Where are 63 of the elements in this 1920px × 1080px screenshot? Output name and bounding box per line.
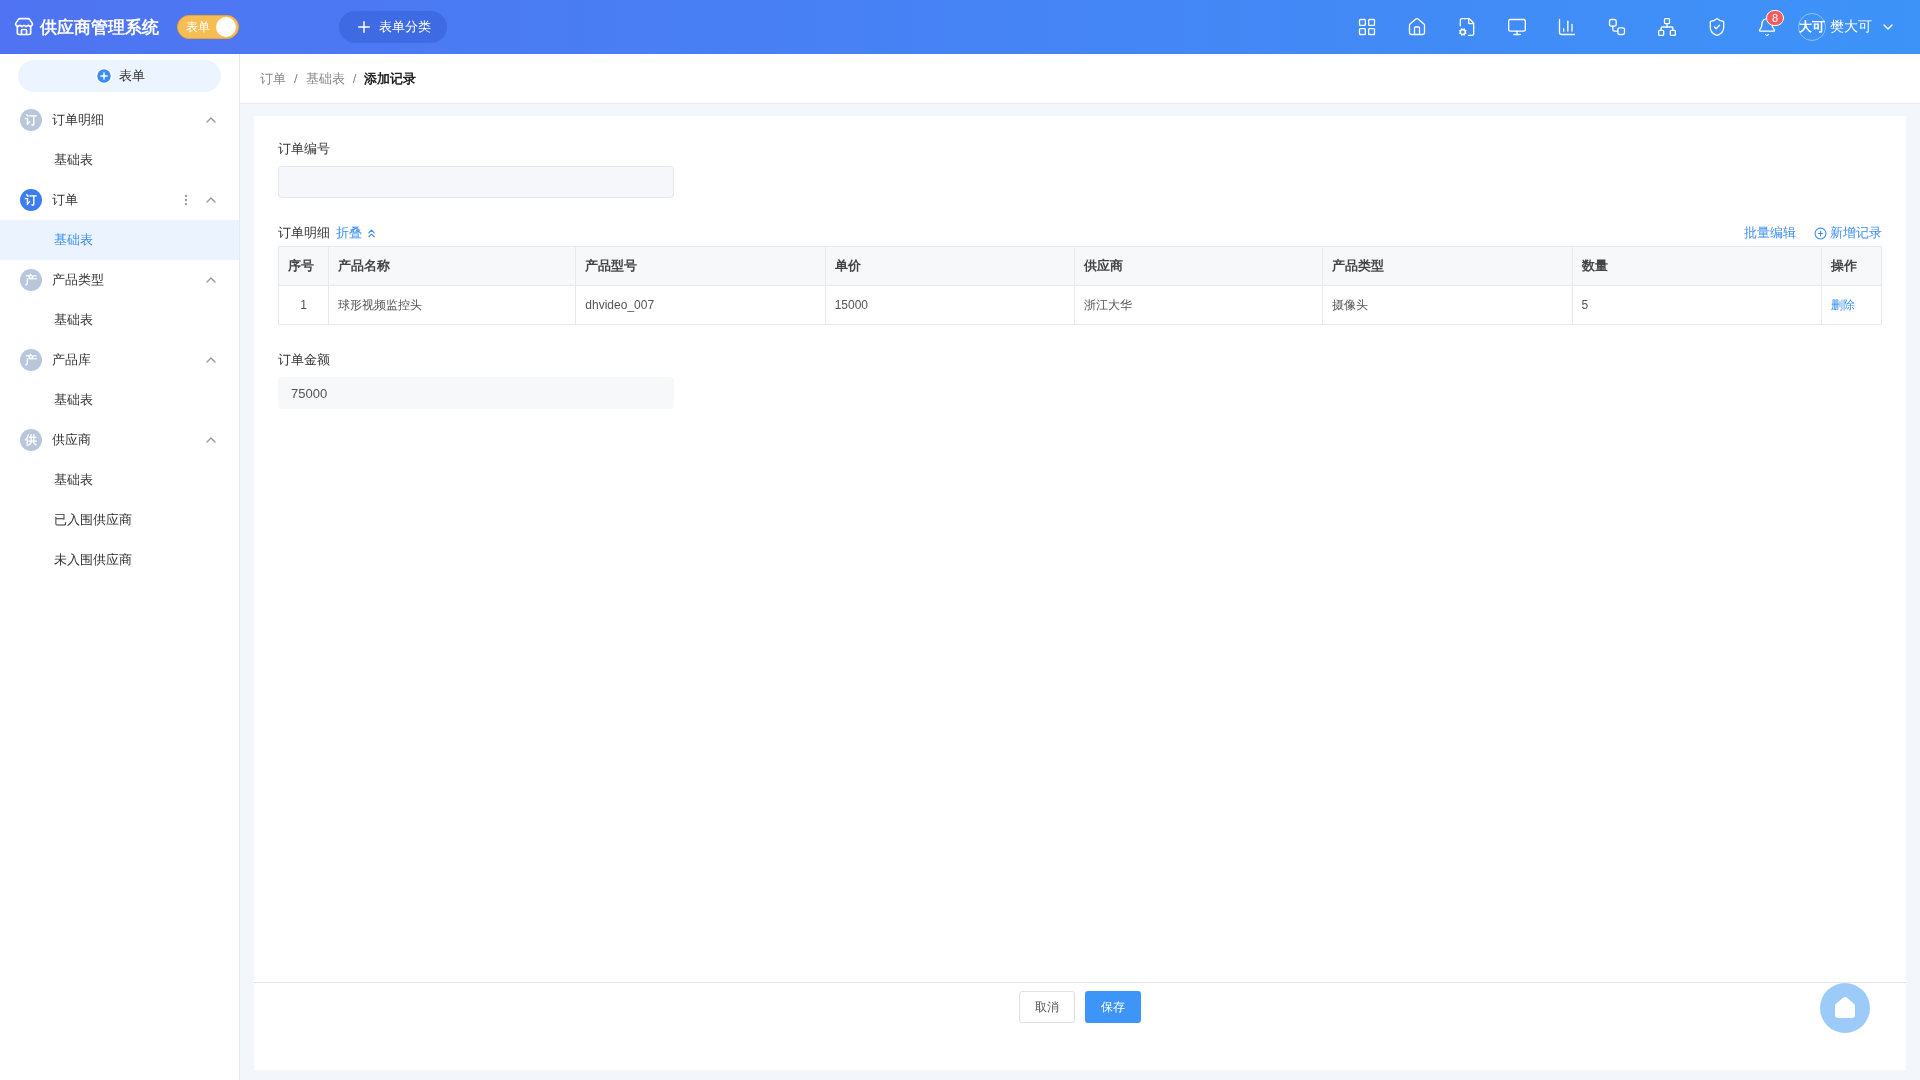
sidebar-item[interactable]: 已入围供应商 bbox=[0, 500, 239, 540]
group-icon: 产 bbox=[20, 269, 42, 291]
section-label: 订单明细 bbox=[278, 224, 330, 242]
network-icon[interactable] bbox=[1657, 17, 1677, 37]
column-header: 序号 bbox=[278, 246, 329, 286]
group-icon: 订 bbox=[20, 189, 42, 211]
sidebar-item[interactable]: 基础表 bbox=[0, 300, 239, 340]
add-record-link[interactable]: 新增记录 bbox=[1814, 224, 1882, 242]
store-icon bbox=[14, 17, 34, 37]
home-icon bbox=[1833, 996, 1857, 1020]
table-cell: 浙江大华 bbox=[1074, 285, 1323, 325]
order-number-field[interactable] bbox=[278, 166, 674, 198]
home-icon[interactable] bbox=[1407, 17, 1427, 37]
table-cell: 15000 bbox=[825, 285, 1075, 325]
notification-badge: 8 bbox=[1766, 10, 1785, 26]
shield-icon[interactable] bbox=[1707, 17, 1727, 37]
sidebar-item[interactable]: 基础表 bbox=[0, 140, 239, 180]
table-cell: 摄像头 bbox=[1322, 285, 1573, 325]
breadcrumb-item[interactable]: 基础表 bbox=[305, 69, 345, 88]
sidebar-group[interactable]: 订单明细 bbox=[52, 111, 193, 129]
group-icon: 供 bbox=[20, 429, 42, 451]
file-settings-icon[interactable] bbox=[1457, 17, 1477, 37]
sidebar-item[interactable]: 未入围供应商 bbox=[0, 540, 239, 580]
column-header: 操作 bbox=[1821, 246, 1882, 286]
field-label: 订单金额 bbox=[278, 351, 331, 369]
amount-field[interactable]: 75000 bbox=[278, 377, 674, 409]
column-header: 产品型号 bbox=[575, 246, 826, 286]
home-float-button[interactable] bbox=[1820, 983, 1870, 1033]
column-header: 产品名称 bbox=[328, 246, 576, 286]
flow-icon[interactable] bbox=[1607, 17, 1627, 37]
field-label: 订单编号 bbox=[278, 140, 331, 158]
breadcrumb-separator: / bbox=[294, 71, 298, 86]
batch-edit-link[interactable]: 批量编辑 bbox=[1744, 224, 1796, 242]
column-header: 数量 bbox=[1572, 246, 1822, 286]
sidebar-group[interactable]: 订单 bbox=[52, 191, 169, 209]
group-icon: 产 bbox=[20, 349, 42, 371]
column-header: 产品类型 bbox=[1322, 246, 1573, 286]
table-cell: 1 bbox=[278, 285, 329, 325]
plus-circle-icon bbox=[1814, 226, 1827, 240]
sidebar-item[interactable]: 基础表 bbox=[0, 380, 239, 420]
sidebar-group[interactable]: 产品库 bbox=[52, 351, 193, 369]
sidebar-item[interactable]: 基础表 bbox=[0, 460, 239, 500]
breadcrumb-separator: / bbox=[352, 71, 357, 86]
column-header: 供应商 bbox=[1074, 246, 1323, 286]
app-title: 供应商管理系统 bbox=[40, 16, 159, 39]
table-cell: 5 bbox=[1572, 285, 1822, 325]
add-category-button[interactable]: 表单分类 bbox=[339, 11, 447, 43]
cancel-button[interactable]: 取消 bbox=[1019, 991, 1075, 1023]
column-header: 单价 bbox=[825, 246, 1075, 286]
group-icon: 订 bbox=[20, 109, 42, 131]
breadcrumb-item[interactable]: 订单 bbox=[260, 69, 286, 88]
table-cell: dhvideo_007 bbox=[575, 285, 826, 325]
apps-icon[interactable] bbox=[1357, 17, 1377, 37]
new-form-button[interactable]: 表单 bbox=[18, 60, 221, 92]
plus-icon bbox=[355, 18, 373, 36]
bar-chart-icon[interactable] bbox=[1557, 17, 1577, 37]
delete-link[interactable]: 删除 bbox=[1830, 296, 1855, 314]
plus-circle-icon bbox=[94, 67, 113, 85]
table-cell: 球形视频监控头 bbox=[328, 285, 576, 325]
sidebar-group[interactable]: 产品类型 bbox=[52, 271, 193, 289]
collapse-link[interactable]: 折叠 bbox=[336, 224, 378, 242]
sidebar-group[interactable]: 供应商 bbox=[52, 431, 193, 449]
breadcrumb-item: 添加记录 bbox=[364, 69, 417, 88]
